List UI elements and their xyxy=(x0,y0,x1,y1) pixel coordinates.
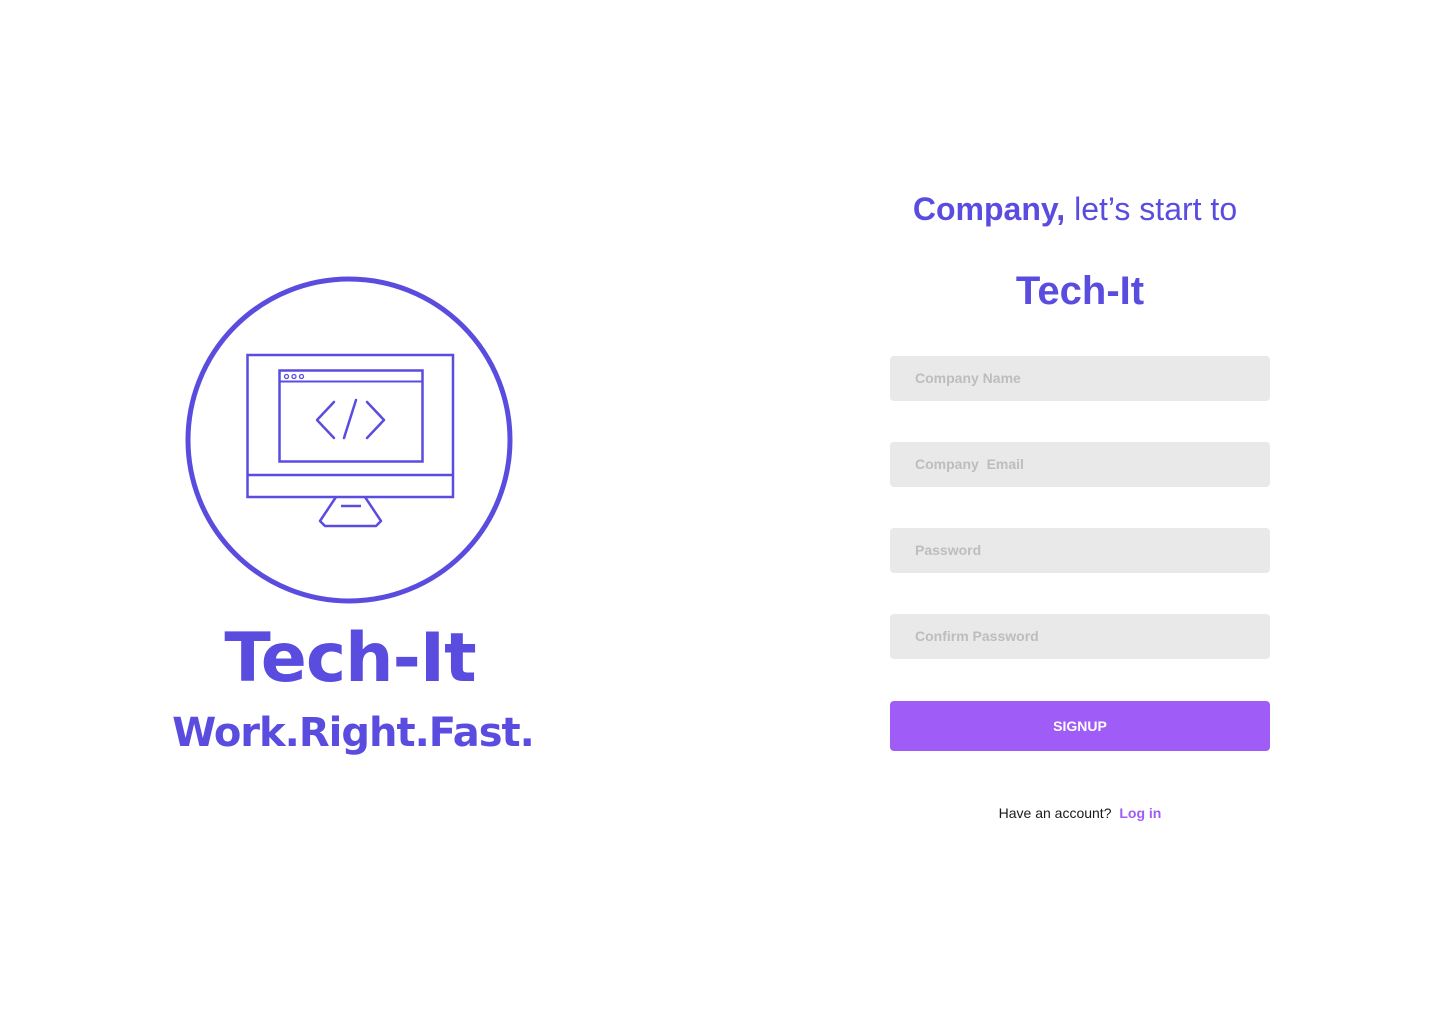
login-link[interactable]: Log in xyxy=(1119,805,1161,821)
login-prompt: Have an account? xyxy=(998,805,1112,821)
company-email-field[interactable]: Company Email xyxy=(890,442,1270,487)
company-name-placeholder: Company Name xyxy=(915,370,1021,386)
company-name-field[interactable]: Company Name xyxy=(890,356,1270,401)
monitor-code-icon xyxy=(185,276,513,604)
login-prompt-row: Have an account? Log in xyxy=(890,803,1270,823)
brand-name: Tech-It xyxy=(224,619,476,698)
password-placeholder: Password xyxy=(915,542,982,558)
form-heading: Company, let’s start to xyxy=(880,188,1270,230)
heading-rest: let’s start to xyxy=(1074,191,1238,227)
company-email-placeholder: Company Email xyxy=(915,456,1024,472)
signup-button[interactable]: SIGNUP xyxy=(890,701,1270,751)
heading-bold: Company, xyxy=(912,191,1066,227)
password-field[interactable]: Password xyxy=(890,528,1270,573)
confirm-password-field[interactable]: Confirm Password xyxy=(890,614,1270,659)
brand-tagline: Work.Right.Fast. xyxy=(172,710,535,756)
form-title: Tech-It xyxy=(1015,269,1145,313)
confirm-password-placeholder: Confirm Password xyxy=(915,628,1039,644)
